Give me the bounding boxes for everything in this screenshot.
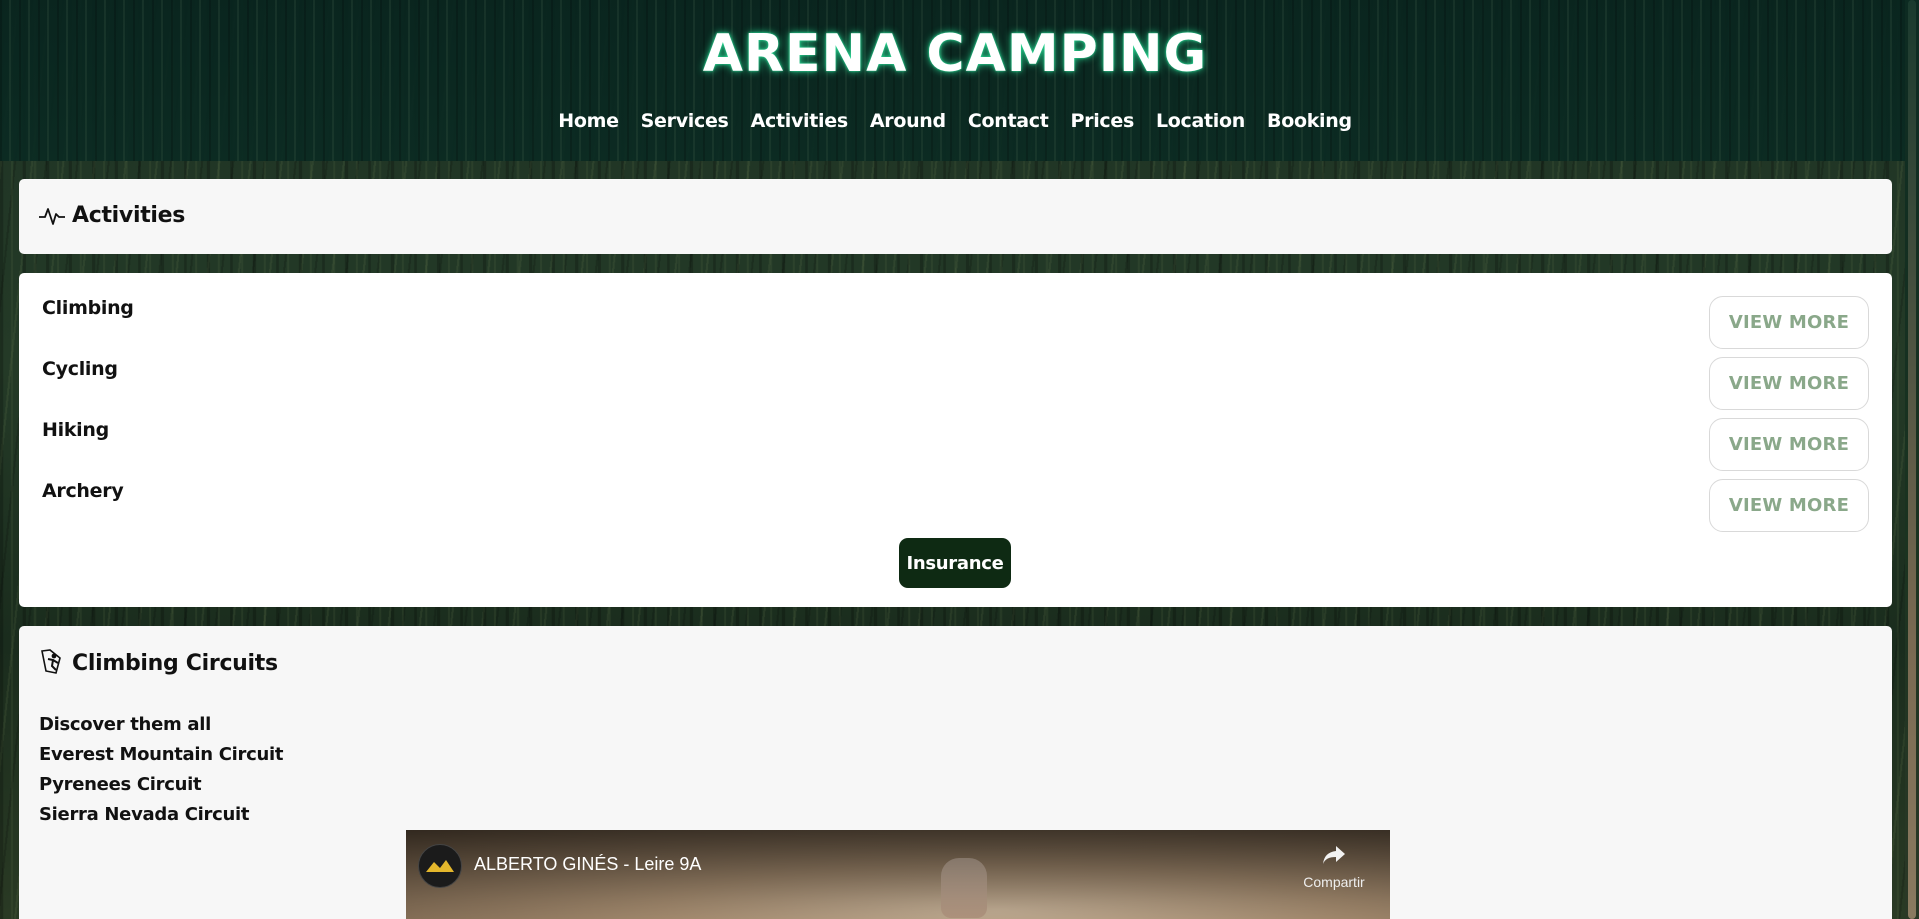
site-title: ARENA CAMPING [702,24,1208,84]
view-more-cycling-button[interactable]: VIEW MORE [1709,357,1869,410]
site-header: ARENA CAMPING Home Services Activities A… [0,0,1905,161]
activity-row: Cycling VIEW MORE [42,357,1869,410]
activities-list-card: Climbing VIEW MORE Cycling VIEW MORE Hik… [19,273,1892,607]
share-icon [1321,846,1347,870]
nav-booking[interactable]: Booking [1267,110,1352,132]
activity-row: Climbing VIEW MORE [42,296,1869,349]
activity-label-climbing: Climbing [42,297,134,319]
nav-contact[interactable]: Contact [968,110,1049,132]
pyrenees-circuit-link[interactable]: Pyrenees Circuit [39,774,283,795]
nav-location[interactable]: Location [1156,110,1245,132]
climbing-circuits-card: Climbing Circuits Discover them all Ever… [19,626,1892,919]
circuits-heading: Climbing Circuits [38,647,278,679]
activity-row: Hiking VIEW MORE [42,418,1869,471]
discover-all-link[interactable]: Discover them all [39,714,283,735]
view-more-hiking-button[interactable]: VIEW MORE [1709,418,1869,471]
share-button[interactable]: Compartir [1294,844,1374,890]
nav-around[interactable]: Around [870,110,946,132]
insurance-button[interactable]: Insurance [899,538,1011,588]
activity-row: Archery VIEW MORE [42,479,1869,532]
nav-home[interactable]: Home [558,110,619,132]
page: ARENA CAMPING Home Services Activities A… [0,0,1919,919]
channel-logo-icon[interactable] [418,844,462,888]
activities-heading-card: Activities [19,179,1892,254]
nav-services[interactable]: Services [641,110,729,132]
activities-title: Activities [72,203,186,228]
video-title[interactable]: ALBERTO GINÉS - Leire 9A [474,854,701,875]
scrollbar-thumb[interactable] [1908,0,1916,919]
nav-prices[interactable]: Prices [1071,110,1135,132]
everest-circuit-link[interactable]: Everest Mountain Circuit [39,744,283,765]
main-nav: Home Services Activities Around Contact … [0,110,1910,132]
circuit-links: Discover them all Everest Mountain Circu… [39,714,283,825]
video-embed[interactable]: ALBERTO GINÉS - Leire 9A Compartir [406,830,1390,919]
pulse-icon [38,204,66,228]
climber-icon [38,647,66,679]
share-label: Compartir [1303,874,1365,890]
view-more-climbing-button[interactable]: VIEW MORE [1709,296,1869,349]
sierra-nevada-circuit-link[interactable]: Sierra Nevada Circuit [39,804,283,825]
view-more-archery-button[interactable]: VIEW MORE [1709,479,1869,532]
nav-activities[interactable]: Activities [751,110,849,132]
activities-heading: Activities [38,203,185,228]
activity-label-archery: Archery [42,480,124,502]
activity-label-cycling: Cycling [42,358,118,380]
circuits-title: Climbing Circuits [72,650,278,676]
activity-label-hiking: Hiking [42,419,109,441]
